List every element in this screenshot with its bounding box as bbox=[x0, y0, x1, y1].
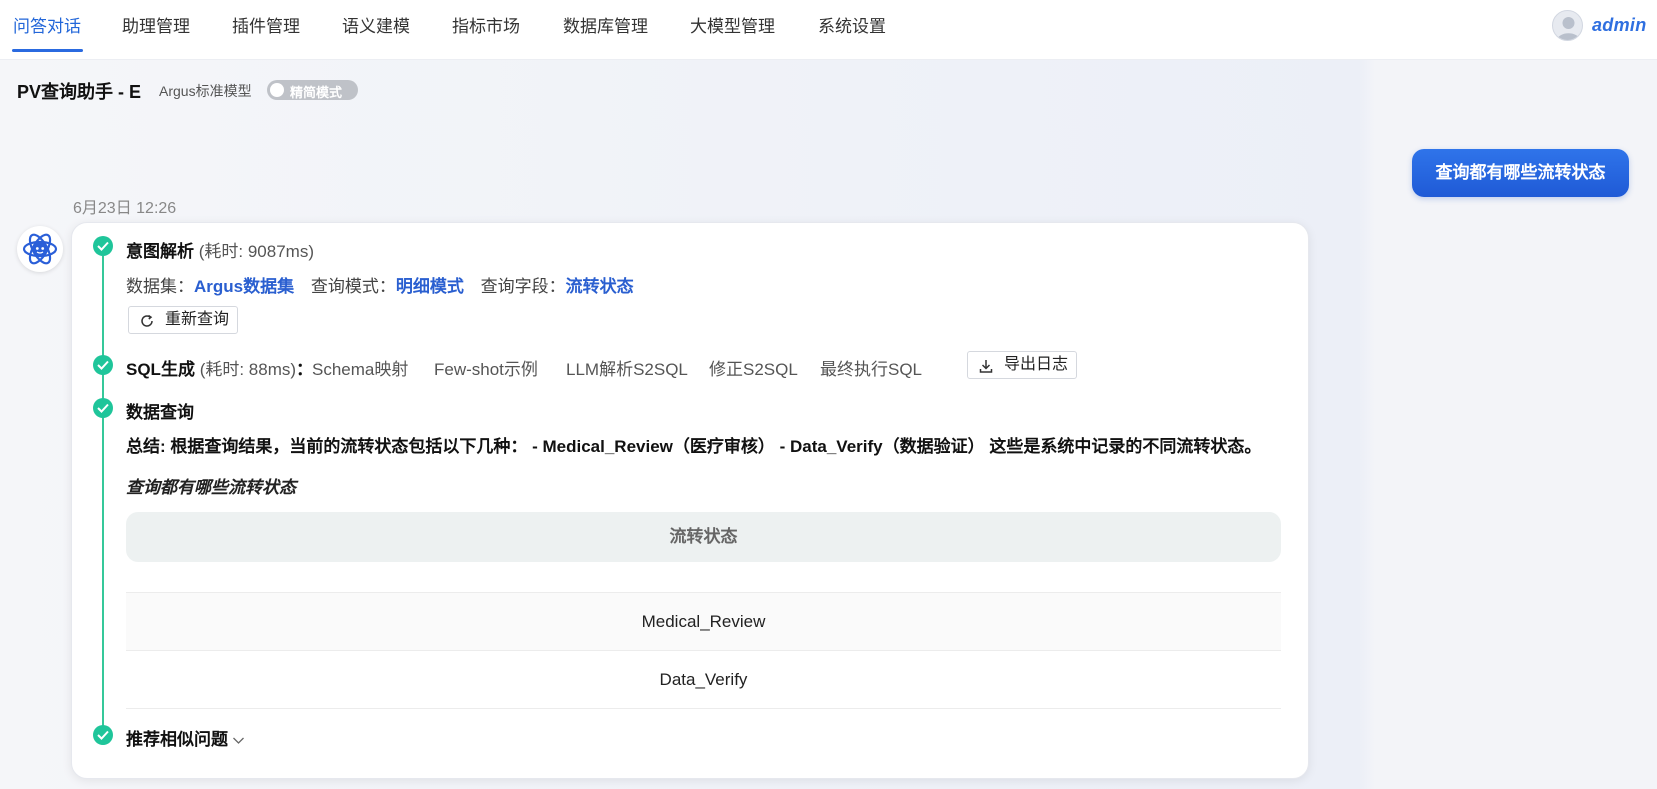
query-mode-label: 查询模式： bbox=[310, 277, 396, 296]
query-field-value: 流转状态 bbox=[565, 277, 634, 296]
nav-active-indicator bbox=[12, 49, 83, 52]
user-name[interactable]: admin bbox=[1592, 15, 1647, 36]
timeline-line bbox=[102, 256, 104, 726]
tab-final-sql[interactable]: 最终执行SQL bbox=[820, 355, 922, 380]
check-icon bbox=[93, 725, 113, 745]
tab-correct-s2sql[interactable]: 修正S2SQL bbox=[709, 355, 798, 380]
query-text: 查询都有哪些流转状态 bbox=[126, 478, 296, 497]
export-log-button[interactable]: 导出日志 bbox=[967, 351, 1077, 379]
top-navigation: 问答对话 助理管理 插件管理 语义建模 指标市场 数据库管理 大模型管理 系统设… bbox=[0, 0, 1657, 60]
user-avatar-icon[interactable] bbox=[1552, 10, 1583, 41]
mode-label: 精简模式 bbox=[290, 85, 343, 100]
query-mode-value: 明细模式 bbox=[395, 277, 464, 296]
nav-item-qa[interactable]: 问答对话 bbox=[13, 0, 81, 54]
nav-item-metric[interactable]: 指标市场 bbox=[452, 0, 520, 54]
intent-time: (耗时: 9087ms) bbox=[198, 242, 314, 261]
toggle-knob bbox=[270, 83, 284, 97]
check-icon bbox=[93, 236, 113, 256]
check-icon bbox=[93, 398, 113, 418]
query-summary: 总结: 根据查询结果，当前的流转状态包括以下几种： - Medical_Revi… bbox=[126, 437, 1262, 456]
nav-item-semantic[interactable]: 语义建模 bbox=[342, 0, 410, 54]
assistant-title: PV查询助手 - E bbox=[17, 82, 142, 102]
table-row: Medical_Review bbox=[126, 592, 1281, 650]
nav-item-database[interactable]: 数据库管理 bbox=[563, 0, 648, 54]
tab-llm-parse[interactable]: LLM解析S2SQL bbox=[566, 355, 688, 380]
intent-step-title: 意图解析 (耗时: 9087ms) bbox=[126, 237, 314, 262]
data-query-title: 数据查询 bbox=[126, 403, 194, 422]
chevron-down-icon bbox=[233, 737, 244, 744]
nav-item-settings[interactable]: 系统设置 bbox=[818, 0, 886, 54]
atom-robot-icon bbox=[22, 233, 58, 265]
sql-colon: ： bbox=[296, 360, 314, 379]
simple-mode-toggle[interactable]: 精简模式 bbox=[267, 80, 358, 100]
sql-time: (耗时: 88ms) bbox=[199, 360, 297, 379]
tab-few-shot[interactable]: Few-shot示例 bbox=[434, 355, 538, 380]
table-divider bbox=[126, 708, 1281, 709]
download-icon bbox=[979, 360, 993, 373]
dataset-label: 数据集： bbox=[126, 277, 194, 296]
dataset-value: Argus数据集 bbox=[194, 277, 295, 296]
bot-avatar bbox=[17, 226, 63, 272]
sql-step-title: SQL生成 (耗时: 88ms)： bbox=[126, 355, 313, 380]
nav-item-assistant[interactable]: 助理管理 bbox=[122, 0, 190, 54]
intent-title: 意图解析 bbox=[126, 242, 194, 261]
table-header-status: 流转状态 bbox=[126, 512, 1281, 562]
nav-item-llm[interactable]: 大模型管理 bbox=[690, 0, 775, 54]
message-timestamp: 6月23日 12:26 bbox=[73, 200, 177, 217]
query-field-label: 查询字段： bbox=[480, 277, 566, 296]
check-icon bbox=[93, 355, 113, 375]
sql-title: SQL生成 bbox=[126, 360, 195, 379]
recommend-title: 推荐相似问题 bbox=[126, 730, 228, 749]
nav-item-plugin[interactable]: 插件管理 bbox=[232, 0, 300, 54]
export-log-label: 导出日志 bbox=[1004, 356, 1069, 373]
requery-label: 重新查询 bbox=[165, 311, 230, 328]
user-message-bubble: 查询都有哪些流转状态 bbox=[1412, 149, 1629, 197]
refresh-icon bbox=[141, 314, 153, 327]
requery-button[interactable]: 重新查询 bbox=[128, 306, 238, 334]
intent-details: 数据集：Argus数据集 查询模式：明细模式 查询字段：流转状态 bbox=[126, 272, 634, 297]
table-row: Data_Verify bbox=[126, 650, 1281, 708]
recommend-toggle[interactable]: 推荐相似问题 bbox=[126, 725, 245, 750]
model-name: Argus标准模型 bbox=[159, 83, 252, 99]
tab-schema-mapping[interactable]: Schema映射 bbox=[312, 355, 408, 380]
